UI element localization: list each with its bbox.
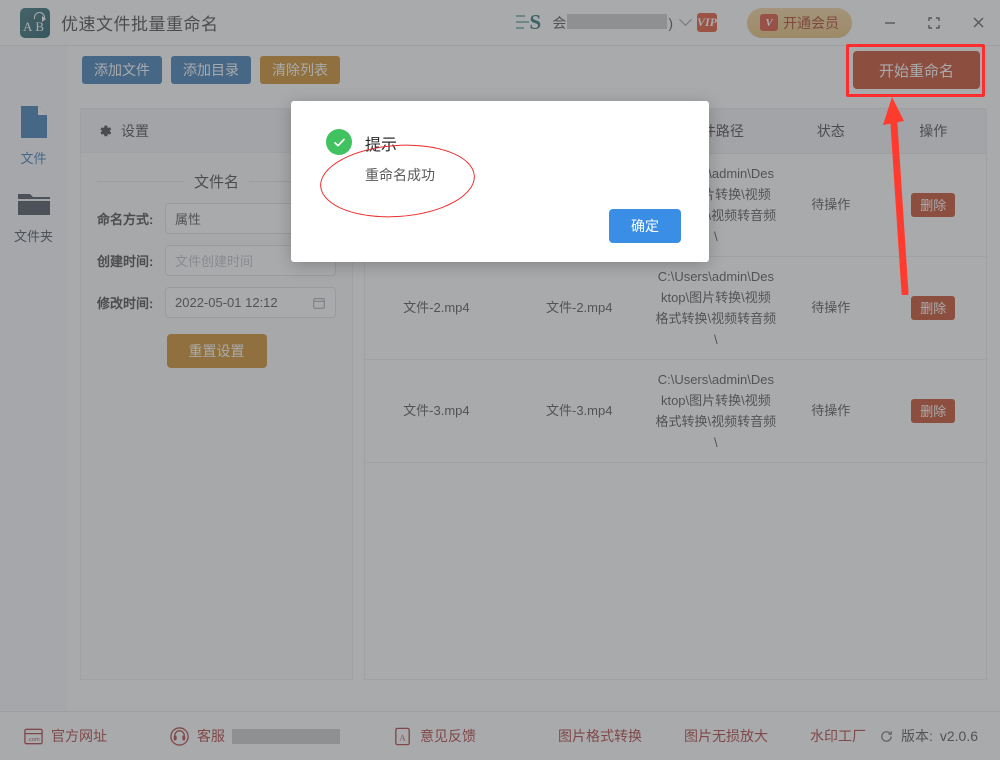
- dialog-confirm-button[interactable]: 确定: [609, 209, 681, 243]
- success-check-icon: [326, 129, 352, 155]
- dialog-message: 重命名成功: [365, 165, 435, 185]
- dialog-title: 提示: [365, 131, 397, 155]
- application-window: AB 优速文件批量重命名 S 会) VIP V 开通会员: [0, 0, 1000, 760]
- success-dialog: 提示 重命名成功 确定: [291, 101, 709, 262]
